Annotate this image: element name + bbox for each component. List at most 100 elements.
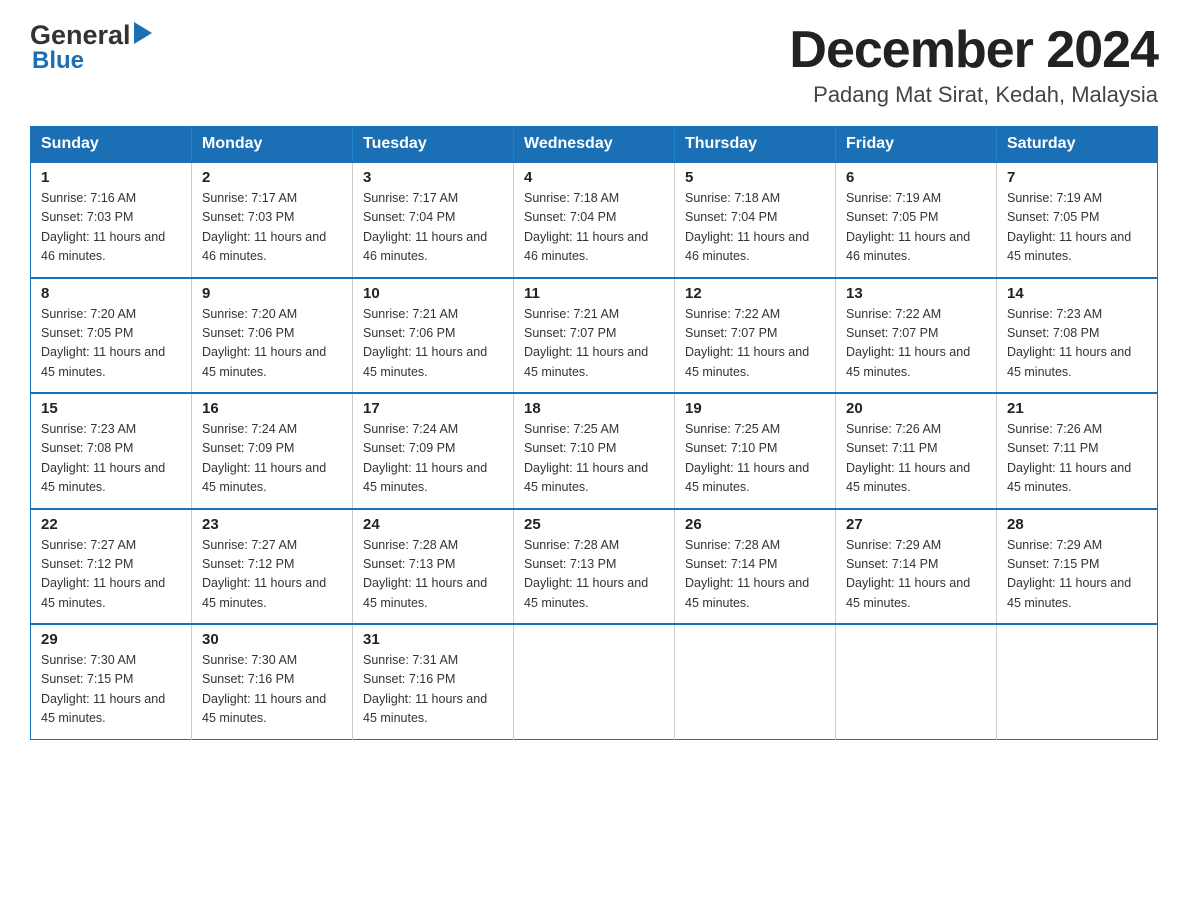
calendar-day-cell: 9 Sunrise: 7:20 AMSunset: 7:06 PMDayligh… <box>192 278 353 394</box>
calendar-day-cell: 16 Sunrise: 7:24 AMSunset: 7:09 PMDaylig… <box>192 393 353 509</box>
calendar-day-cell: 13 Sunrise: 7:22 AMSunset: 7:07 PMDaylig… <box>836 278 997 394</box>
calendar-day-cell: 30 Sunrise: 7:30 AMSunset: 7:16 PMDaylig… <box>192 624 353 739</box>
day-info: Sunrise: 7:20 AMSunset: 7:05 PMDaylight:… <box>41 307 165 379</box>
day-info: Sunrise: 7:28 AMSunset: 7:14 PMDaylight:… <box>685 538 809 610</box>
calendar-day-cell: 27 Sunrise: 7:29 AMSunset: 7:14 PMDaylig… <box>836 509 997 625</box>
weekday-header-tuesday: Tuesday <box>353 127 514 163</box>
calendar-day-cell: 8 Sunrise: 7:20 AMSunset: 7:05 PMDayligh… <box>31 278 192 394</box>
page-header: General Blue December 2024 Padang Mat Si… <box>30 20 1158 108</box>
day-number: 30 <box>202 631 342 648</box>
day-number: 6 <box>846 169 986 186</box>
day-info: Sunrise: 7:19 AMSunset: 7:05 PMDaylight:… <box>1007 191 1131 263</box>
day-number: 19 <box>685 400 825 417</box>
day-number: 25 <box>524 516 664 533</box>
day-number: 22 <box>41 516 181 533</box>
calendar-day-cell: 24 Sunrise: 7:28 AMSunset: 7:13 PMDaylig… <box>353 509 514 625</box>
calendar-day-cell: 10 Sunrise: 7:21 AMSunset: 7:06 PMDaylig… <box>353 278 514 394</box>
day-info: Sunrise: 7:25 AMSunset: 7:10 PMDaylight:… <box>685 422 809 494</box>
calendar-day-cell: 7 Sunrise: 7:19 AMSunset: 7:05 PMDayligh… <box>997 162 1158 278</box>
day-number: 5 <box>685 169 825 186</box>
calendar-week-row: 15 Sunrise: 7:23 AMSunset: 7:08 PMDaylig… <box>31 393 1158 509</box>
day-info: Sunrise: 7:22 AMSunset: 7:07 PMDaylight:… <box>846 307 970 379</box>
calendar-day-cell: 12 Sunrise: 7:22 AMSunset: 7:07 PMDaylig… <box>675 278 836 394</box>
calendar-day-cell: 19 Sunrise: 7:25 AMSunset: 7:10 PMDaylig… <box>675 393 836 509</box>
day-info: Sunrise: 7:30 AMSunset: 7:15 PMDaylight:… <box>41 653 165 725</box>
calendar-day-cell: 31 Sunrise: 7:31 AMSunset: 7:16 PMDaylig… <box>353 624 514 739</box>
day-number: 4 <box>524 169 664 186</box>
day-number: 15 <box>41 400 181 417</box>
calendar-day-cell: 25 Sunrise: 7:28 AMSunset: 7:13 PMDaylig… <box>514 509 675 625</box>
logo-blue-text: Blue <box>32 47 84 75</box>
day-info: Sunrise: 7:16 AMSunset: 7:03 PMDaylight:… <box>41 191 165 263</box>
day-info: Sunrise: 7:22 AMSunset: 7:07 PMDaylight:… <box>685 307 809 379</box>
day-info: Sunrise: 7:25 AMSunset: 7:10 PMDaylight:… <box>524 422 648 494</box>
calendar-day-cell: 29 Sunrise: 7:30 AMSunset: 7:15 PMDaylig… <box>31 624 192 739</box>
day-number: 8 <box>41 285 181 302</box>
weekday-header-row: SundayMondayTuesdayWednesdayThursdayFrid… <box>31 127 1158 163</box>
calendar-week-row: 22 Sunrise: 7:27 AMSunset: 7:12 PMDaylig… <box>31 509 1158 625</box>
calendar-day-cell: 6 Sunrise: 7:19 AMSunset: 7:05 PMDayligh… <box>836 162 997 278</box>
weekday-header-saturday: Saturday <box>997 127 1158 163</box>
day-info: Sunrise: 7:29 AMSunset: 7:15 PMDaylight:… <box>1007 538 1131 610</box>
calendar-day-cell: 1 Sunrise: 7:16 AMSunset: 7:03 PMDayligh… <box>31 162 192 278</box>
calendar-day-cell: 21 Sunrise: 7:26 AMSunset: 7:11 PMDaylig… <box>997 393 1158 509</box>
calendar-day-cell: 5 Sunrise: 7:18 AMSunset: 7:04 PMDayligh… <box>675 162 836 278</box>
day-info: Sunrise: 7:17 AMSunset: 7:04 PMDaylight:… <box>363 191 487 263</box>
calendar-week-row: 8 Sunrise: 7:20 AMSunset: 7:05 PMDayligh… <box>31 278 1158 394</box>
day-info: Sunrise: 7:28 AMSunset: 7:13 PMDaylight:… <box>524 538 648 610</box>
day-number: 17 <box>363 400 503 417</box>
day-info: Sunrise: 7:24 AMSunset: 7:09 PMDaylight:… <box>363 422 487 494</box>
calendar-day-cell <box>836 624 997 739</box>
calendar-table: SundayMondayTuesdayWednesdayThursdayFrid… <box>30 126 1158 740</box>
day-number: 9 <box>202 285 342 302</box>
day-number: 21 <box>1007 400 1147 417</box>
day-info: Sunrise: 7:21 AMSunset: 7:07 PMDaylight:… <box>524 307 648 379</box>
calendar-day-cell: 3 Sunrise: 7:17 AMSunset: 7:04 PMDayligh… <box>353 162 514 278</box>
calendar-day-cell: 11 Sunrise: 7:21 AMSunset: 7:07 PMDaylig… <box>514 278 675 394</box>
day-number: 2 <box>202 169 342 186</box>
day-number: 27 <box>846 516 986 533</box>
day-number: 20 <box>846 400 986 417</box>
weekday-header-friday: Friday <box>836 127 997 163</box>
day-info: Sunrise: 7:31 AMSunset: 7:16 PMDaylight:… <box>363 653 487 725</box>
day-number: 28 <box>1007 516 1147 533</box>
day-info: Sunrise: 7:17 AMSunset: 7:03 PMDaylight:… <box>202 191 326 263</box>
weekday-header-monday: Monday <box>192 127 353 163</box>
day-info: Sunrise: 7:26 AMSunset: 7:11 PMDaylight:… <box>1007 422 1131 494</box>
location-subtitle: Padang Mat Sirat, Kedah, Malaysia <box>789 82 1158 108</box>
day-info: Sunrise: 7:28 AMSunset: 7:13 PMDaylight:… <box>363 538 487 610</box>
day-number: 11 <box>524 285 664 302</box>
calendar-day-cell: 14 Sunrise: 7:23 AMSunset: 7:08 PMDaylig… <box>997 278 1158 394</box>
calendar-day-cell <box>997 624 1158 739</box>
day-number: 31 <box>363 631 503 648</box>
day-info: Sunrise: 7:23 AMSunset: 7:08 PMDaylight:… <box>41 422 165 494</box>
day-number: 10 <box>363 285 503 302</box>
calendar-day-cell: 2 Sunrise: 7:17 AMSunset: 7:03 PMDayligh… <box>192 162 353 278</box>
calendar-day-cell <box>675 624 836 739</box>
day-number: 14 <box>1007 285 1147 302</box>
calendar-day-cell: 20 Sunrise: 7:26 AMSunset: 7:11 PMDaylig… <box>836 393 997 509</box>
weekday-header-sunday: Sunday <box>31 127 192 163</box>
day-info: Sunrise: 7:23 AMSunset: 7:08 PMDaylight:… <box>1007 307 1131 379</box>
day-info: Sunrise: 7:29 AMSunset: 7:14 PMDaylight:… <box>846 538 970 610</box>
day-number: 23 <box>202 516 342 533</box>
day-number: 7 <box>1007 169 1147 186</box>
day-info: Sunrise: 7:30 AMSunset: 7:16 PMDaylight:… <box>202 653 326 725</box>
day-info: Sunrise: 7:26 AMSunset: 7:11 PMDaylight:… <box>846 422 970 494</box>
day-number: 24 <box>363 516 503 533</box>
calendar-day-cell: 26 Sunrise: 7:28 AMSunset: 7:14 PMDaylig… <box>675 509 836 625</box>
calendar-day-cell: 4 Sunrise: 7:18 AMSunset: 7:04 PMDayligh… <box>514 162 675 278</box>
weekday-header-wednesday: Wednesday <box>514 127 675 163</box>
title-block: December 2024 Padang Mat Sirat, Kedah, M… <box>789 20 1158 108</box>
weekday-header-thursday: Thursday <box>675 127 836 163</box>
day-number: 13 <box>846 285 986 302</box>
day-number: 26 <box>685 516 825 533</box>
day-info: Sunrise: 7:18 AMSunset: 7:04 PMDaylight:… <box>685 191 809 263</box>
calendar-day-cell: 28 Sunrise: 7:29 AMSunset: 7:15 PMDaylig… <box>997 509 1158 625</box>
day-info: Sunrise: 7:21 AMSunset: 7:06 PMDaylight:… <box>363 307 487 379</box>
day-number: 16 <box>202 400 342 417</box>
calendar-day-cell: 17 Sunrise: 7:24 AMSunset: 7:09 PMDaylig… <box>353 393 514 509</box>
calendar-day-cell: 22 Sunrise: 7:27 AMSunset: 7:12 PMDaylig… <box>31 509 192 625</box>
day-number: 3 <box>363 169 503 186</box>
day-info: Sunrise: 7:20 AMSunset: 7:06 PMDaylight:… <box>202 307 326 379</box>
